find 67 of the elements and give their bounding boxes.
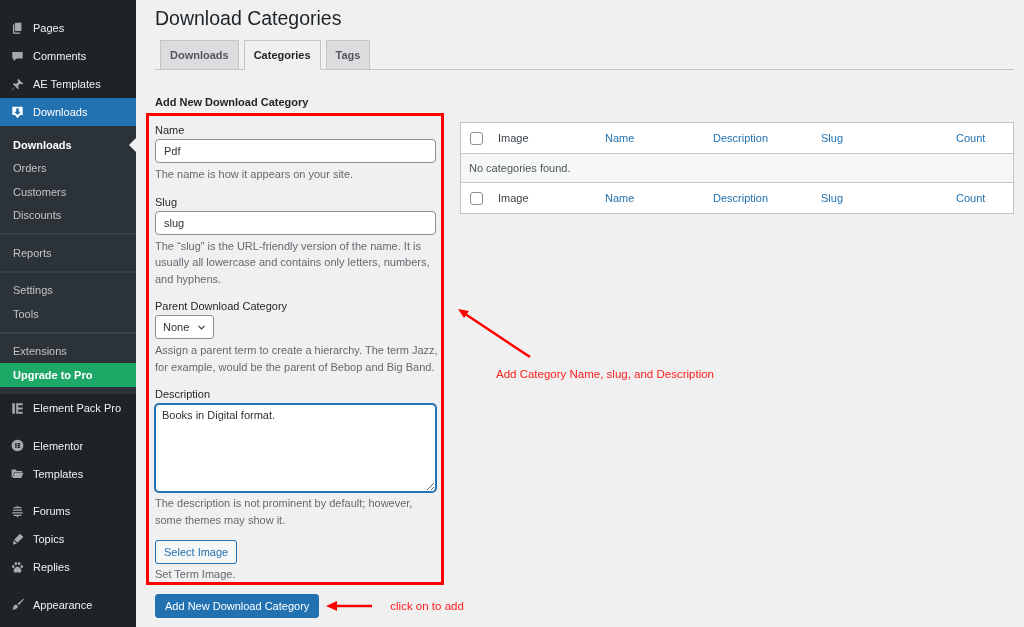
textarea-field[interactable]: Books in Digital format.	[155, 404, 436, 492]
submenu-item[interactable]: Settings	[0, 278, 136, 302]
tab[interactable]: Tags	[325, 40, 371, 70]
menu-item[interactable]: Topics	[0, 525, 136, 553]
empty-message: No categories found.	[469, 162, 571, 174]
submenu-item[interactable]: Downloads	[0, 133, 136, 157]
add-category-button[interactable]: Add New Download Category	[155, 594, 320, 618]
form-heading: Add New Download Category	[155, 95, 309, 110]
menu-item[interactable]: Element Pack Pro	[0, 394, 136, 422]
sortable-column-link[interactable]: Name	[605, 192, 635, 204]
sortable-column-link[interactable]: Count	[956, 132, 986, 144]
callout-text: click on to add	[390, 599, 464, 614]
tab[interactable]: Downloads	[160, 40, 239, 70]
menu-item[interactable]: Replies	[0, 553, 136, 581]
menu-item[interactable]: Appearance	[0, 590, 136, 619]
circle-e-icon	[11, 439, 24, 452]
menu-item[interactable]: Forums	[0, 497, 136, 525]
sortable-column-link[interactable]: Description	[713, 192, 769, 204]
menu-item[interactable]: Pages	[0, 14, 136, 42]
help-text: Set Term Image.	[155, 567, 236, 582]
field-label: Name	[155, 123, 185, 138]
select-dropdown[interactable]: None	[155, 315, 215, 339]
select-all-checkbox[interactable]	[470, 191, 483, 205]
sortable-column-link[interactable]: Description	[713, 132, 769, 144]
menu-item[interactable]: Templates	[0, 459, 136, 488]
paintbrush-icon	[11, 598, 24, 611]
pin-icon	[11, 77, 24, 91]
sortable-column-link[interactable]: Count	[956, 192, 986, 204]
text-input[interactable]: Pdf	[155, 139, 436, 163]
stacked-lines-icon	[11, 504, 24, 518]
tab[interactable]: Categories	[243, 40, 321, 70]
help-text: The “slug” is the URL-friendly version of the name. It is usually all lowercase and contains only letters, numbers, and hyphens.	[155, 238, 431, 287]
arrow-icon	[326, 601, 373, 611]
menu-item[interactable]: Elementor	[0, 431, 136, 460]
comment-icon	[11, 49, 24, 63]
submenu-item[interactable]: Extensions	[0, 339, 136, 363]
column-title-text: Image	[498, 132, 529, 144]
help-text: The description is not prominent by default; however, some themes may show it.	[155, 496, 414, 528]
pages-icon	[11, 21, 24, 35]
pencil-icon	[11, 532, 24, 546]
submenu-item[interactable]: Tools	[0, 302, 136, 326]
column-title-text: Image	[498, 192, 529, 204]
field-label: Slug	[155, 194, 178, 210]
submenu-item[interactable]: Customers	[0, 180, 136, 204]
text-input[interactable]: slug	[155, 210, 436, 235]
field-label: Description	[155, 387, 211, 402]
select-all-checkbox[interactable]	[470, 131, 483, 145]
page-title: Download Categories	[155, 6, 342, 30]
current-pointer-icon	[129, 137, 136, 152]
menu-item[interactable]: AE Templates	[0, 70, 136, 98]
help-text: Assign a parent term to create a hierarchy. The term Jazz, for example, would be the parent of Bebop and Big Band.	[155, 343, 439, 375]
sortable-column-link[interactable]: Name	[605, 132, 635, 144]
submenu-item[interactable]: Discounts	[0, 203, 136, 227]
download-icon	[11, 105, 24, 119]
sortable-column-link[interactable]: Slug	[821, 132, 844, 144]
paw-icon	[11, 560, 24, 574]
submenu-item[interactable]: Orders	[0, 156, 136, 180]
submenu-item[interactable]: Reports	[0, 241, 136, 265]
sortable-column-link[interactable]: Slug	[821, 192, 844, 204]
select-image-button[interactable]: Select Image	[155, 540, 238, 564]
field-label: Parent Download Category	[155, 299, 288, 314]
menu-item[interactable]: Comments	[0, 42, 136, 70]
callout-text: Add Category Name, slug, and Description	[496, 367, 714, 382]
folder-icon	[11, 467, 24, 480]
bars-logo-icon	[11, 401, 24, 415]
menu-item[interactable]: Downloads	[0, 98, 136, 126]
help-text: The name is how it appears on your site.	[155, 167, 355, 182]
